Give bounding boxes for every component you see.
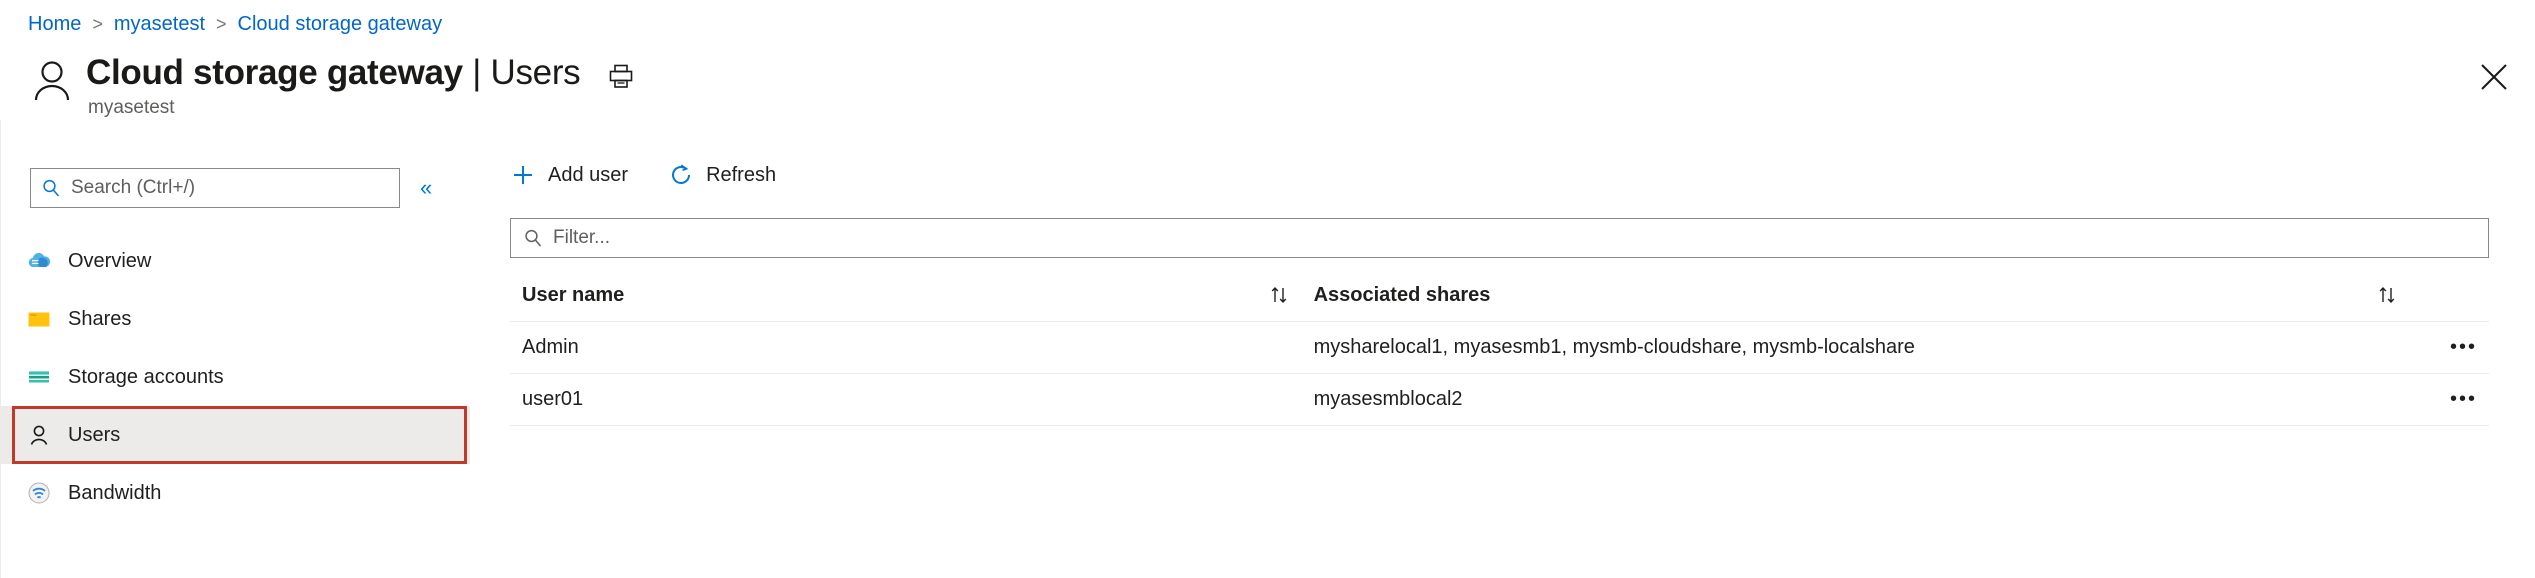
- sidebar-item-label: Bandwidth: [68, 481, 162, 504]
- filter-input[interactable]: [551, 226, 2476, 250]
- cloud-icon: [26, 248, 52, 274]
- breadcrumb-separator: >: [216, 13, 227, 34]
- close-icon[interactable]: [2477, 60, 2511, 94]
- page-subtitle: myasetest: [88, 97, 175, 118]
- sidebar-item-label: Users: [68, 423, 121, 446]
- sidebar-search[interactable]: [30, 168, 400, 208]
- blade-content: Add user Refresh Filter... User name Ass…: [470, 120, 2535, 578]
- row-actions-button[interactable]: •••: [2409, 373, 2489, 426]
- refresh-label: Refresh: [706, 163, 777, 186]
- column-header-actions: [2409, 276, 2489, 322]
- row-actions-button[interactable]: •••: [2409, 321, 2489, 374]
- sort-icon[interactable]: [2376, 284, 2398, 306]
- sort-icon[interactable]: [1268, 284, 1290, 306]
- sidebar-nav: Overview Shares Storage accounts Users B…: [0, 232, 470, 522]
- refresh-icon: [668, 162, 694, 188]
- plus-icon: [510, 162, 536, 188]
- page-title-section: | Users: [462, 53, 581, 92]
- users-table: User name Associated shares Admin myshar…: [510, 276, 2489, 426]
- collapse-sidebar-button[interactable]: «: [420, 172, 432, 204]
- column-header-associated-shares[interactable]: Associated shares: [1301, 276, 2410, 322]
- storage-account-icon: [26, 364, 52, 390]
- sidebar-item-label: Shares: [68, 307, 132, 330]
- breadcrumb: Home > myasetest > Cloud storage gateway: [28, 8, 442, 40]
- breadcrumb-item-myasetest[interactable]: myasetest: [114, 13, 205, 36]
- print-icon[interactable]: [606, 61, 636, 91]
- filter-field[interactable]: [510, 218, 2489, 258]
- breadcrumb-item-cloud-storage-gateway[interactable]: Cloud storage gateway: [238, 13, 443, 36]
- blade-sidebar: « Overview: [0, 120, 470, 578]
- azure-portal-blade: Home > myasetest > Cloud storage gateway…: [0, 0, 2535, 578]
- page-title-block: Cloud storage gateway | Users myasetest: [86, 52, 636, 119]
- cell-associated-shares: myasesmblocal2: [1301, 373, 2410, 426]
- search-icon: [523, 228, 543, 248]
- table-row[interactable]: user01 myasesmblocal2 •••: [510, 373, 2489, 426]
- cell-associated-shares: mysharelocal1, myasesmb1, mysmb-cloudsha…: [1301, 321, 2410, 374]
- search-input[interactable]: [69, 176, 389, 200]
- cell-user-name: Admin: [510, 321, 1302, 374]
- cell-user-name: user01: [510, 373, 1302, 426]
- column-header-user-name[interactable]: User name: [510, 276, 1302, 322]
- sidebar-item-users[interactable]: Users: [0, 406, 470, 464]
- sidebar-item-overview[interactable]: Overview: [0, 232, 470, 290]
- sidebar-item-shares[interactable]: Shares: [0, 290, 470, 348]
- column-header-label: User name: [522, 284, 625, 306]
- refresh-button[interactable]: Refresh: [668, 162, 776, 188]
- folder-icon: [26, 306, 52, 332]
- user-icon: [26, 56, 78, 108]
- user-icon: [26, 422, 52, 448]
- page-title-main: Cloud storage gateway: [86, 53, 463, 92]
- sidebar-item-label: Overview: [68, 249, 152, 272]
- page-header: Cloud storage gateway | Users myasetest: [26, 52, 2535, 118]
- sidebar-item-bandwidth[interactable]: Bandwidth: [0, 464, 470, 522]
- bandwidth-icon: [26, 480, 52, 506]
- page-title: Cloud storage gateway | Users: [86, 52, 581, 94]
- table-row[interactable]: Admin mysharelocal1, myasesmb1, mysmb-cl…: [510, 321, 2489, 374]
- breadcrumb-item-home[interactable]: Home: [28, 13, 81, 36]
- add-user-label: Add user: [548, 163, 629, 186]
- sidebar-item-label: Storage accounts: [68, 365, 224, 388]
- command-bar: Add user Refresh: [510, 162, 776, 188]
- table-header-row: User name Associated shares: [510, 276, 2489, 322]
- add-user-button[interactable]: Add user: [510, 162, 628, 188]
- search-icon: [41, 178, 61, 198]
- breadcrumb-separator: >: [92, 13, 103, 34]
- column-header-label: Associated shares: [1313, 284, 1491, 306]
- sidebar-item-storage-accounts[interactable]: Storage accounts: [0, 348, 470, 406]
